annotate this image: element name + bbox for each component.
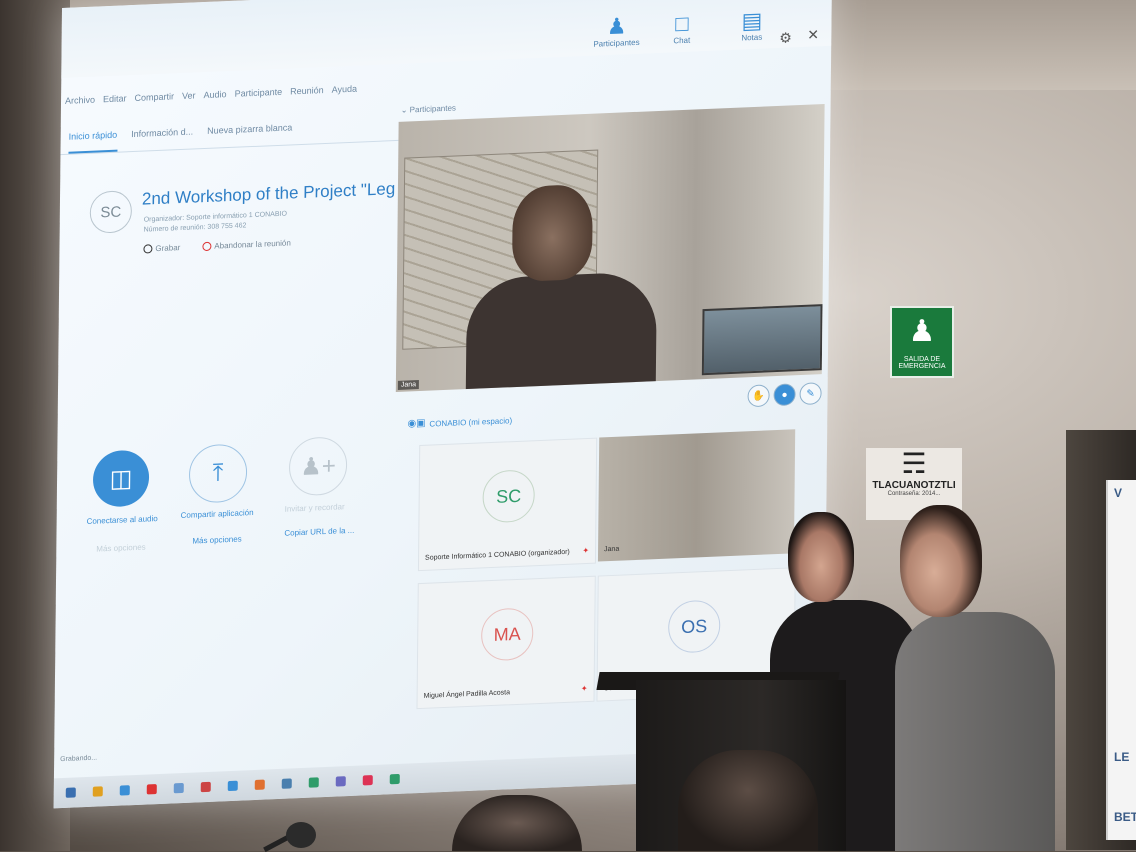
audio-options-link[interactable]: Más opciones <box>96 543 145 554</box>
tab-info[interactable]: Información d... <box>131 127 193 152</box>
tab-whiteboard[interactable]: Nueva pizarra blanca <box>207 122 292 148</box>
participant-initials: MA <box>480 607 534 662</box>
speaker-head <box>511 183 593 283</box>
app-icon[interactable] <box>362 775 373 786</box>
app-icon[interactable] <box>281 778 292 789</box>
participant-name: Miguel Ángel Padilla Acosta <box>423 689 511 700</box>
recording-status: Grabando... <box>60 754 98 764</box>
wifi-password: Contraseña: 2014... <box>887 491 941 497</box>
participant-video-tile[interactable]: Jana <box>597 429 796 562</box>
meeting-title: 2nd Workshop of the Project "Leg <box>141 179 396 209</box>
video-name-label: Jana <box>397 380 420 390</box>
audience-member <box>678 750 818 851</box>
connect-audio-label: Conectarse al audio <box>86 514 158 526</box>
self-view-video <box>701 304 823 376</box>
menu-item[interactable]: Ver <box>182 90 196 111</box>
menu-item[interactable]: Reunión <box>290 85 324 106</box>
participants-tool[interactable]: ♟ Participantes <box>593 13 640 49</box>
app-icon[interactable] <box>389 773 400 785</box>
wifi-name: TLACUANOTZTLI <box>872 480 956 491</box>
menu-bar: Archivo Editar Compartir Ver Audio Parti… <box>61 82 395 116</box>
app-icon[interactable] <box>200 781 211 793</box>
app-icon[interactable] <box>173 782 184 794</box>
mic-icon[interactable]: ✎ <box>799 382 822 406</box>
pin-icon[interactable]: ✦ <box>581 684 588 693</box>
start-icon[interactable] <box>65 787 76 798</box>
menu-item[interactable]: Editar <box>103 93 127 114</box>
participant-initials: OS <box>667 599 721 654</box>
menu-item[interactable]: Participante <box>234 87 283 109</box>
chat-tool[interactable]: □ Chat <box>673 10 690 46</box>
add-user-icon: ♟+ <box>300 452 336 481</box>
toolbar <box>61 0 832 79</box>
presenter-2-head <box>900 505 982 617</box>
tab-bar: Inicio rápido Información d... Nueva piz… <box>60 117 399 156</box>
copy-url-link[interactable]: Copiar URL de la ... <box>284 526 354 538</box>
monitor-icon: ◫ <box>109 464 133 493</box>
host-avatar: SC <box>89 190 133 234</box>
speaker-body <box>465 271 657 393</box>
participant-name: Soporte Informático 1 CONABIO (organizad… <box>425 548 570 562</box>
lock-icon[interactable]: ✋ <box>747 384 770 408</box>
app-icon[interactable] <box>227 780 238 792</box>
gear-icon[interactable]: ⚙ <box>779 29 792 47</box>
notes-tool[interactable]: ▤ Notas <box>741 7 763 43</box>
menu-item[interactable]: Compartir <box>134 91 175 113</box>
app-icon[interactable] <box>254 779 265 790</box>
participants-header[interactable]: ⌄ Participantes <box>401 103 456 114</box>
participant-name: Jana <box>604 545 620 554</box>
menu-item[interactable]: Ayuda <box>332 84 357 105</box>
menu-item[interactable]: Audio <box>203 89 227 110</box>
room-icons: ◉▣ <box>407 417 426 430</box>
exit-sign: ♟ SALIDA DE EMERGENCIA <box>890 306 954 378</box>
chat-icon: □ <box>675 10 689 37</box>
invite-label: Invitar y recordar <box>284 502 345 514</box>
running-person-icon: ♟ <box>908 315 936 348</box>
record-row: Grabar Abandonar la reunión <box>143 238 291 254</box>
participant-tile[interactable]: MA Miguel Ángel Padilla Acosta ✦ <box>416 575 596 710</box>
app-icon[interactable] <box>308 777 319 788</box>
meeting-number: Número de reunión: 308 755 462 <box>143 222 247 234</box>
room-label: CONABIO (mi espacio) <box>429 416 513 429</box>
folder-icon[interactable] <box>92 786 103 797</box>
participants-icon: ♟ <box>606 13 627 40</box>
camera-icon[interactable]: ● <box>773 383 796 407</box>
pin-icon[interactable]: ✦ <box>582 546 589 555</box>
record-icon <box>143 244 153 254</box>
organizer-line: Organizador: Soporte informático 1 CONAB… <box>143 210 287 224</box>
participant-initials: SC <box>482 469 535 524</box>
menu-item[interactable]: Archivo <box>65 95 95 116</box>
upload-icon: ⤒ <box>212 459 224 487</box>
browser-icon[interactable] <box>119 785 130 796</box>
banner: V LE BET <box>1106 480 1136 840</box>
presenter-2-body <box>895 612 1055 851</box>
share-application-button[interactable]: ⤒ <box>188 443 248 504</box>
share-application-label: Compartir aplicación <box>180 507 254 521</box>
participant-tile[interactable]: SC Soporte Informático 1 CONABIO (organi… <box>417 437 598 572</box>
notes-icon: ▤ <box>741 7 763 34</box>
leave-meeting-button[interactable]: Abandonar la reunión <box>202 238 291 252</box>
invite-button[interactable]: ♟+ <box>288 436 348 497</box>
leave-icon <box>202 242 212 252</box>
wifi-icon: ☴ <box>901 448 927 479</box>
record-button[interactable]: Grabar <box>143 243 180 254</box>
app-icon[interactable] <box>146 784 157 795</box>
tab-quick-start[interactable]: Inicio rápido <box>68 129 118 154</box>
share-options-link[interactable]: Más opciones <box>192 534 241 545</box>
app-icon[interactable] <box>335 776 346 787</box>
microphone <box>286 822 316 848</box>
presenter-1-head <box>788 512 854 602</box>
main-video: Jana <box>395 104 825 393</box>
connect-audio-button[interactable]: ◫ <box>92 449 150 508</box>
close-icon[interactable]: ✕ <box>807 26 819 44</box>
